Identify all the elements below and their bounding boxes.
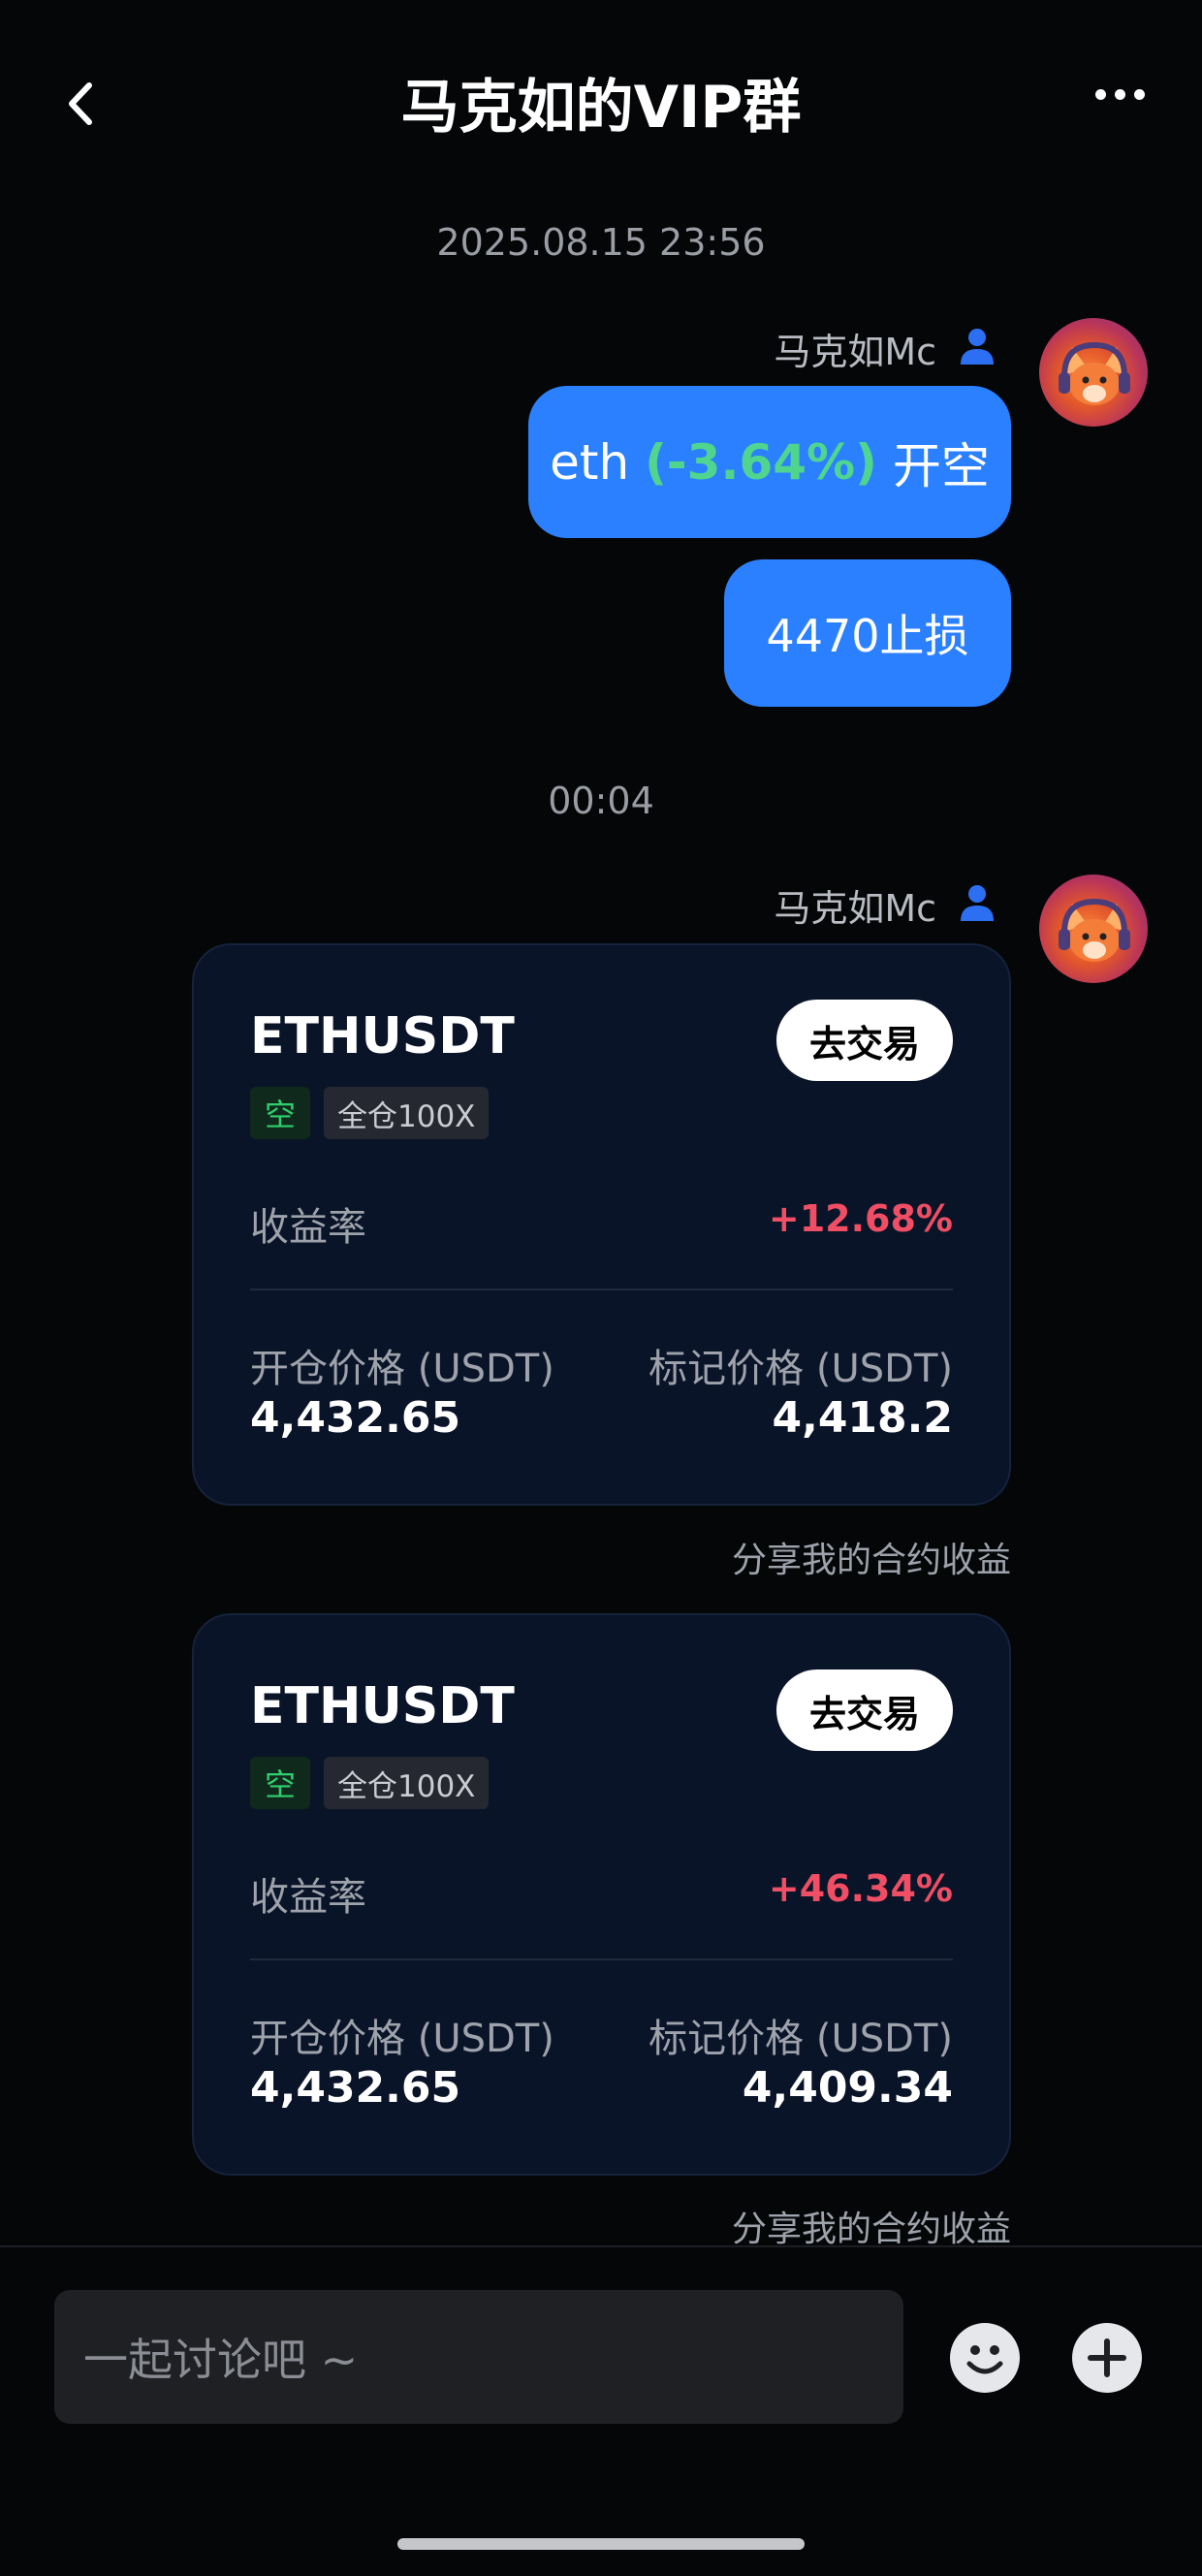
emoji-button[interactable] (950, 2323, 1020, 2393)
symbol: ETHUSDT (250, 1677, 515, 1735)
direction-tag: 空 (250, 1757, 310, 1809)
input-placeholder: 一起讨论吧 ~ (83, 2334, 359, 2386)
sender-name: 马克如Mc (774, 331, 936, 373)
open-price-label: 开仓价格 (USDT) (250, 1347, 554, 1391)
more-horizontal-icon (1095, 89, 1106, 100)
mark-price-label: 标记价格 (USDT) (648, 2017, 953, 2061)
plus-icon (1088, 2338, 1126, 2377)
open-price-label: 开仓价格 (USDT) (250, 2017, 554, 2061)
position-card[interactable]: ETHUSDT 去交易 空 全仓100X 收益率 +12.68% 开仓价格 (U… (192, 943, 1011, 1506)
message-input[interactable]: 一起讨论吧 ~ (54, 2290, 903, 2424)
person-icon (958, 326, 996, 366)
symbol: ETHUSDT (250, 1007, 515, 1065)
mark-price: 4,418.2 (772, 1393, 953, 1443)
open-price: 4,432.65 (250, 1393, 461, 1443)
divider (250, 1958, 953, 1960)
divider (250, 1288, 953, 1290)
sender-name: 马克如Mc (774, 887, 936, 930)
pnl-label: 收益率 (250, 1205, 366, 1250)
smile-icon (966, 2345, 1003, 2374)
more-button[interactable] (1095, 85, 1163, 111)
message-bubble[interactable]: eth (-3.64%) 开空 (528, 386, 1011, 538)
pnl-value: +46.34% (768, 1867, 953, 1910)
home-indicator (397, 2538, 805, 2550)
position-card[interactable]: ETHUSDT 去交易 空 全仓100X 收益率 +46.34% 开仓价格 (U… (192, 1613, 1011, 2176)
share-link[interactable]: 分享我的合约收益 (732, 2201, 1011, 2251)
person-icon (958, 882, 996, 923)
add-button[interactable] (1072, 2323, 1142, 2393)
open-price: 4,432.65 (250, 2063, 461, 2113)
mark-price-label: 标记价格 (USDT) (648, 1347, 953, 1391)
leverage-tag: 全仓100X (324, 1757, 490, 1809)
message-timestamp: 00:04 (548, 779, 654, 822)
message-bubble[interactable]: 4470止损 (724, 559, 1011, 707)
pnl-value: +12.68% (768, 1197, 953, 1240)
pnl-label: 收益率 (250, 1875, 366, 1920)
leverage-tag: 全仓100X (324, 1087, 490, 1139)
avatar[interactable] (1039, 318, 1148, 427)
percent-change: (-3.64%) (645, 433, 877, 491)
trade-button[interactable]: 去交易 (776, 1670, 953, 1751)
avatar[interactable] (1039, 875, 1148, 983)
message-timestamp: 2025.08.15 23:56 (436, 221, 766, 264)
page-title: 马克如的VIP群 (400, 74, 802, 142)
direction-tag: 空 (250, 1087, 310, 1139)
mark-price: 4,409.34 (742, 2063, 953, 2113)
trade-button[interactable]: 去交易 (776, 1000, 953, 1081)
share-link[interactable]: 分享我的合约收益 (732, 1532, 1011, 1582)
divider (0, 2245, 1202, 2247)
